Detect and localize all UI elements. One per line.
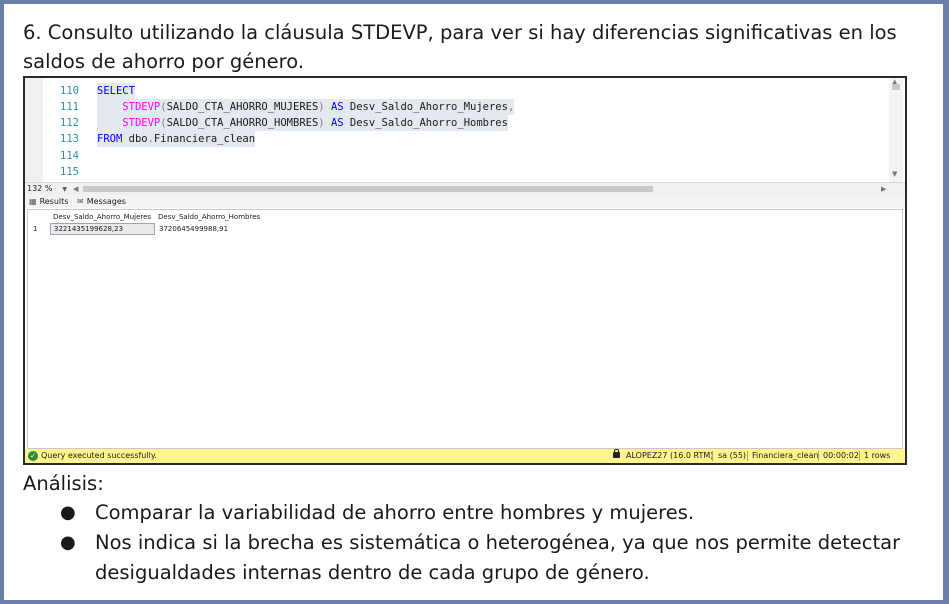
success-check-icon: ✓ [28,451,38,461]
tab-results-label: Results [39,197,69,206]
zoom-value: 132 % [27,184,53,193]
scroll-right-icon[interactable]: ▶ [881,183,886,195]
code-text: STDEVP(SALDO_CTA_AHORRO_MUJERES) AS Desv… [97,99,515,115]
code-text: SELECT [97,83,135,99]
analysis-bullets: ● Comparar la variabilidad de ahorro entr… [55,498,905,588]
status-bar: ✓ Query executed successfully. ALOPEZ27 … [25,449,905,463]
messages-icon: ✉ [77,197,84,206]
bullet-text: Nos indica si la brecha es sistemática o… [95,531,901,584]
result-cell-hombres[interactable]: 3720645499988,91 [159,224,228,235]
code-text: FROM dbo.Financiera_clean [97,131,256,147]
vertical-scroll-thumb[interactable] [892,84,900,90]
editor-horizontal-bar: 132 % ▼ ◀ ▶ [25,182,905,195]
tab-messages[interactable]: ✉ Messages [77,195,126,208]
line-number: 112 [60,117,79,129]
results-tabs: ▦ Results ✉ Messages [25,195,905,208]
ssms-screenshot: 110 SELECT 111 STDEVP(SALDO_CTA_AHORRO_MUJ… [23,76,907,465]
list-item: ● Nos indica si la brecha es sistemática … [55,528,905,588]
status-user: sa (55) [718,451,747,460]
bullet-icon: ● [60,502,76,523]
step-heading: 6. Consulto utilizando la cláusula STDEV… [23,21,897,73]
row-number[interactable]: 1 [33,224,37,235]
status-separator [818,451,819,461]
status-message: Query executed successfully. [41,451,157,460]
bullet-text: Comparar la variabilidad de ahorro entre… [95,501,695,524]
list-item: ● Comparar la variabilidad de ahorro entr… [55,498,905,528]
line-number: 114 [60,150,79,162]
code-text: STDEVP(SALDO_CTA_AHORRO_HOMBRES) AS Desv… [97,115,508,131]
results-grid: Desv_Saldo_Ahorro_Mujeres Desv_Saldo_Aho… [27,209,903,449]
line-number: 111 [60,101,79,113]
status-separator [712,451,713,461]
status-rows: 1 rows [864,451,891,460]
scroll-left-icon[interactable]: ◀ [73,183,78,195]
query-editor[interactable]: 110 SELECT 111 STDEVP(SALDO_CTA_AHORRO_MUJ… [25,78,905,182]
status-server: ALOPEZ27 (16.0 RTM) [626,451,714,460]
result-cell-mujeres[interactable]: 3221435199628,23 [50,223,155,235]
grid-icon: ▦ [29,197,37,206]
column-header[interactable]: Desv_Saldo_Ahorro_Mujeres [53,212,151,223]
editor-gutter [25,78,43,182]
status-separator [747,451,748,461]
tab-results[interactable]: ▦ Results [29,195,68,208]
chevron-down-icon: ▼ [62,186,68,193]
line-number: 115 [60,166,79,178]
tab-messages-label: Messages [86,197,126,206]
analysis-title: Análisis: [23,472,104,495]
line-number: 110 [60,85,79,97]
status-separator [859,451,860,461]
horizontal-scroll-thumb[interactable] [83,186,653,192]
line-number: 113 [60,133,79,145]
lock-icon [613,449,620,458]
scroll-down-icon[interactable]: ▼ [892,170,897,178]
bullet-icon: ● [60,532,76,553]
status-elapsed: 00:00:02 [823,451,859,460]
status-database: Financiera_clean [752,451,819,460]
editor-vertical-scrollbar[interactable]: ▲ ▼ [889,78,903,182]
column-header[interactable]: Desv_Saldo_Ahorro_Hombres [158,212,260,223]
